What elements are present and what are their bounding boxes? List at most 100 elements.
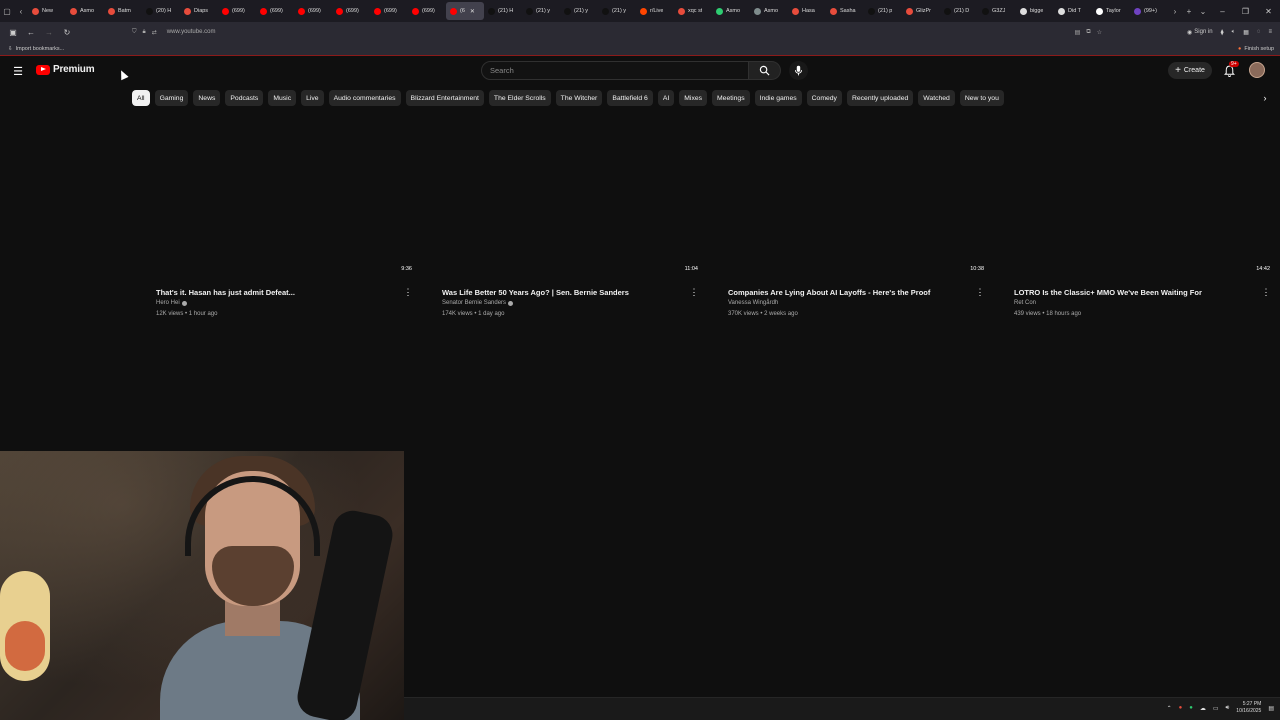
filter-chip[interactable]: Gaming bbox=[154, 90, 189, 106]
tabs-scroll-right-icon[interactable]: › bbox=[1168, 0, 1182, 22]
browser-tab[interactable]: Hasa bbox=[788, 2, 826, 20]
notification-center-icon[interactable]: ▤ bbox=[1268, 705, 1274, 712]
browser-tab[interactable]: Did T bbox=[1054, 2, 1092, 20]
filter-chip[interactable]: Indie games bbox=[754, 90, 802, 106]
sidebar-toggle-icon[interactable]: ▣ bbox=[4, 23, 22, 41]
new-tab-icon[interactable]: + bbox=[1182, 0, 1196, 22]
browser-tab[interactable]: Taylor bbox=[1092, 2, 1130, 20]
filter-chip[interactable]: Audio commentaries bbox=[328, 90, 401, 106]
video-thumbnail[interactable] bbox=[1014, 114, 1270, 276]
menu-icon[interactable]: ≡ bbox=[1268, 29, 1272, 35]
browser-tab[interactable]: Batm bbox=[104, 2, 142, 20]
filter-chip[interactable]: The Elder Scrolls bbox=[488, 90, 551, 106]
clock[interactable]: 5:27 PM 10/16/2025 bbox=[1236, 701, 1261, 715]
tabs-scroll-left-icon[interactable]: ‹ bbox=[14, 0, 28, 22]
browser-tab[interactable]: Asmo bbox=[712, 2, 750, 20]
tab-list-dropdown-icon[interactable]: ⌄ bbox=[1196, 0, 1210, 22]
extension-badge-icon[interactable]: ▦ bbox=[1243, 29, 1249, 36]
filter-chip[interactable]: AI bbox=[657, 90, 675, 106]
browser-tab[interactable]: Asmo bbox=[750, 2, 788, 20]
filter-chip[interactable]: New to you bbox=[959, 90, 1004, 106]
profile-icon[interactable]: ◌ bbox=[1257, 29, 1261, 35]
browser-tab[interactable]: (21) D bbox=[940, 2, 978, 20]
browser-tab[interactable]: xqc st bbox=[674, 2, 712, 20]
filter-chip[interactable]: Comedy bbox=[806, 90, 842, 106]
filter-chip[interactable]: Podcasts bbox=[225, 90, 264, 106]
finish-setup-button[interactable]: ● Finish setup bbox=[1238, 46, 1274, 52]
browser-tab[interactable]: (699) bbox=[370, 2, 408, 20]
network-icon[interactable]: ▭ bbox=[1213, 705, 1219, 712]
permissions-icon[interactable]: ⇄ bbox=[152, 29, 157, 36]
video-card[interactable]: 14:42 LOTRO Is the Classic+ MMO We've Bee… bbox=[1014, 114, 1274, 324]
browser-tab[interactable]: Asmo bbox=[66, 2, 104, 20]
video-card[interactable]: 11:04 Was Life Better 50 Years Ago? | Sen… bbox=[442, 114, 702, 324]
minimize-icon[interactable]: – bbox=[1211, 0, 1234, 22]
video-title[interactable]: That's it. Hasan has just admit Defeat..… bbox=[156, 288, 295, 297]
more-actions-icon[interactable]: ⋮ bbox=[1262, 286, 1271, 298]
video-title[interactable]: Was Life Better 50 Years Ago? | Sen. Ber… bbox=[442, 288, 629, 297]
sign-in-button[interactable]: ◉ Sign in bbox=[1187, 29, 1213, 36]
browser-tab[interactable]: G3ZJ bbox=[978, 2, 1016, 20]
address-bar[interactable]: ⛉ 🔒︎ ⇄ www.youtube.com ▤ ⧉ ☆ bbox=[132, 24, 1102, 40]
tray-app-icon[interactable]: ● bbox=[1179, 705, 1183, 711]
notifications-button[interactable]: 9+ bbox=[1221, 61, 1239, 79]
youtube-logo[interactable]: Premium bbox=[36, 64, 95, 75]
filter-chip[interactable]: Live bbox=[301, 90, 324, 106]
filter-chip[interactable]: Battlefield 6 bbox=[607, 90, 653, 106]
filter-chip[interactable]: Mixes bbox=[679, 90, 708, 106]
shield-icon[interactable]: ⛉ bbox=[132, 29, 137, 36]
browser-tab[interactable]: bigge bbox=[1016, 2, 1054, 20]
back-icon[interactable]: ← bbox=[22, 23, 40, 41]
video-card[interactable]: 10:38 Companies Are Lying About AI Layoff… bbox=[728, 114, 988, 324]
filter-chip[interactable]: Recently uploaded bbox=[846, 90, 914, 106]
more-actions-icon[interactable]: ⋮ bbox=[976, 286, 985, 298]
search-button[interactable] bbox=[749, 61, 781, 80]
video-thumbnail[interactable] bbox=[442, 114, 698, 276]
picture-in-picture-icon[interactable]: ⧉ bbox=[1086, 29, 1090, 36]
video-title[interactable]: Companies Are Lying About AI Layoffs - H… bbox=[728, 288, 930, 297]
filter-chip[interactable]: Music bbox=[268, 90, 297, 106]
search-input[interactable]: Search bbox=[481, 61, 749, 80]
browser-tab[interactable]: (99+) bbox=[1130, 2, 1168, 20]
browser-tab[interactable]: (21) y bbox=[560, 2, 598, 20]
lock-icon[interactable]: 🔒︎ bbox=[143, 29, 146, 36]
tray-app-icon-2[interactable]: ● bbox=[1189, 705, 1193, 711]
extensions-icon[interactable]: ⧫ bbox=[1221, 29, 1224, 36]
tab-overview-icon[interactable]: ▢ bbox=[0, 0, 14, 22]
url-text[interactable]: www.youtube.com bbox=[167, 29, 216, 35]
browser-tab[interactable]: (21) y bbox=[522, 2, 560, 20]
voice-search-button[interactable] bbox=[789, 61, 808, 80]
browser-tab[interactable]: (21) y bbox=[598, 2, 636, 20]
bookmark-star-icon[interactable]: ☆ bbox=[1097, 29, 1102, 36]
avatar[interactable] bbox=[1249, 62, 1265, 78]
browser-tab[interactable]: GlizPr bbox=[902, 2, 940, 20]
forward-icon[interactable]: → bbox=[40, 23, 58, 41]
browser-tab[interactable]: (699) bbox=[408, 2, 446, 20]
channel-link[interactable]: Ret Con bbox=[1014, 300, 1036, 306]
filter-chip[interactable]: News bbox=[193, 90, 221, 106]
browser-tab[interactable]: (6 ✕ bbox=[446, 2, 484, 20]
close-tab-icon[interactable]: ✕ bbox=[470, 8, 475, 15]
create-button[interactable]: + Create bbox=[1168, 62, 1212, 79]
browser-tab[interactable]: (699) bbox=[218, 2, 256, 20]
filter-chip[interactable]: Meetings bbox=[712, 90, 750, 106]
import-bookmarks-button[interactable]: ⇩ Import bookmarks... bbox=[8, 46, 64, 52]
browser-tab[interactable]: Diaps bbox=[180, 2, 218, 20]
browser-tab[interactable]: (20) H bbox=[142, 2, 180, 20]
browser-tab[interactable]: (21) p bbox=[864, 2, 902, 20]
restore-icon[interactable]: ❐ bbox=[1234, 0, 1257, 22]
reload-icon[interactable]: ↻ bbox=[58, 23, 76, 41]
video-thumbnail[interactable] bbox=[156, 114, 412, 276]
channel-link[interactable]: Senator Bernie Sanders bbox=[442, 300, 514, 306]
browser-tab[interactable]: (699) bbox=[332, 2, 370, 20]
video-thumbnail[interactable] bbox=[728, 114, 984, 276]
more-actions-icon[interactable]: ⋮ bbox=[690, 286, 699, 298]
chips-next-arrow-icon[interactable]: › bbox=[1258, 91, 1272, 105]
video-card[interactable]: 9:36 That's it. Hasan has just admit Defe… bbox=[156, 114, 416, 324]
filter-chip[interactable]: All bbox=[132, 90, 150, 106]
mute-icon[interactable]: 🔈︎ bbox=[1232, 29, 1236, 36]
browser-tab[interactable]: (699) bbox=[294, 2, 332, 20]
filter-chip[interactable]: Blizzard Entertainment bbox=[405, 90, 484, 106]
guide-menu-icon[interactable]: ☰ bbox=[10, 63, 26, 79]
reader-view-icon[interactable]: ▤ bbox=[1075, 29, 1081, 36]
